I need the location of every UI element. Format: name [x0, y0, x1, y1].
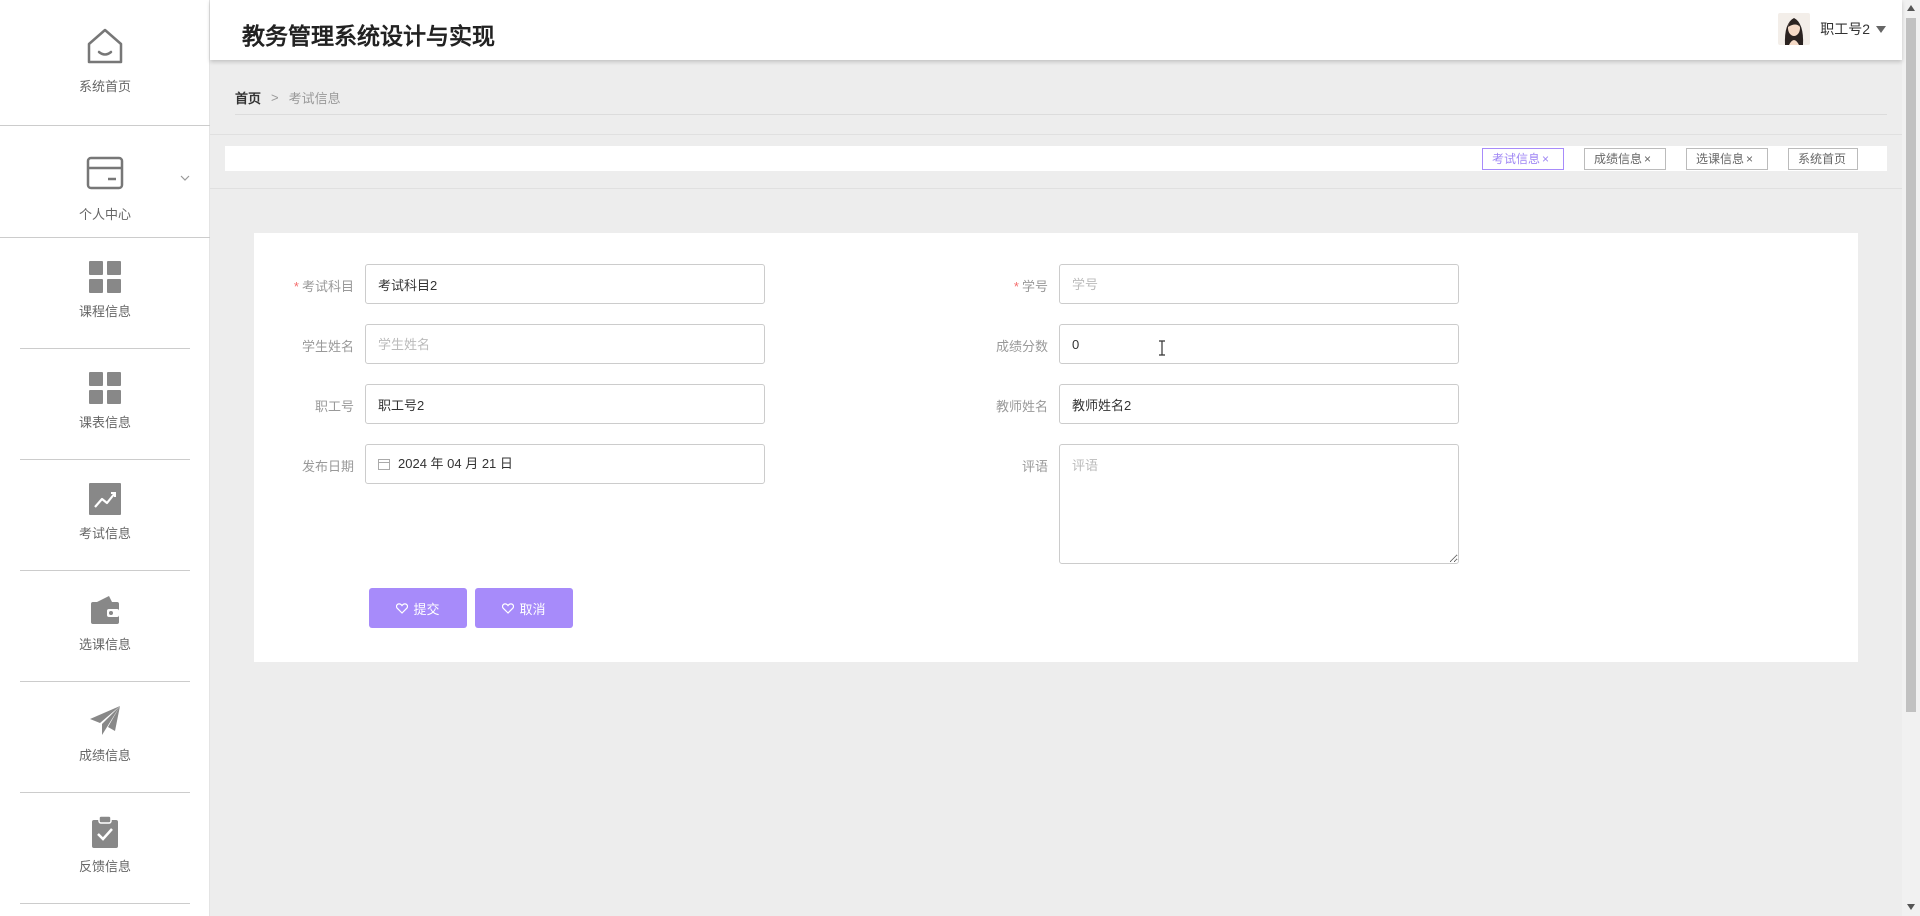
user-name: 职工号2 [1820, 21, 1870, 37]
tag-grade-info[interactable]: 成绩信息 × [1584, 148, 1666, 170]
sidebar-item-exam[interactable]: 考试信息 [20, 460, 190, 571]
teacher-name-input[interactable] [1059, 384, 1459, 424]
top-header: 教务管理系统设计与实现 职工号2 [210, 0, 1902, 60]
tag-selection-info[interactable]: 选课信息 × [1686, 148, 1768, 170]
grid-icon [89, 261, 121, 293]
student-name-input[interactable] [365, 324, 765, 364]
student-no-input[interactable] [1059, 264, 1459, 304]
tag-label: 成绩信息 [1594, 152, 1643, 166]
user-menu[interactable]: 职工号2 [1778, 13, 1886, 45]
staff-no-label: 职工号 [314, 399, 354, 414]
breadcrumb-home[interactable]: 首页 [235, 88, 261, 107]
breadcrumb: 首页 > 考试信息 [235, 88, 341, 107]
scrollbar-thumb[interactable] [1906, 18, 1916, 712]
student-name-label: 学生姓名 [301, 339, 354, 354]
tag-label: 选课信息 [1696, 152, 1745, 166]
text-cursor-icon [1159, 340, 1165, 356]
avatar [1778, 13, 1811, 45]
close-icon[interactable]: × [1746, 149, 1753, 169]
tag-label: 系统首页 [1798, 152, 1847, 166]
sidebar-menu: 课程信息 课表信息 考试信息 选课信息 成绩信息 反馈信息 [20, 238, 190, 904]
teacher-name-label: 教师姓名 [995, 399, 1048, 414]
close-icon[interactable]: × [1644, 149, 1651, 169]
grid-icon [89, 372, 121, 404]
divider [210, 188, 1902, 189]
breadcrumb-separator: > [271, 90, 279, 105]
sidebar: 系统首页 个人中心 课程信息 课表信息 考试信息 选课信息 成绩信息 反馈信息 [0, 0, 210, 916]
exam-form-card: *考试科目 *学号 学生姓名 成绩分数 职工号 教师姓名 发布日期 2024 年… [254, 233, 1858, 662]
heart-icon [396, 602, 409, 614]
cancel-button[interactable]: 取消 [475, 588, 573, 628]
publish-date-label: 发布日期 [301, 459, 354, 474]
chart-icon [89, 483, 121, 515]
sidebar-item-schedule[interactable]: 课表信息 [20, 349, 190, 460]
app-title: 教务管理系统设计与实现 [242, 23, 495, 49]
sidebar-item-home[interactable]: 系统首页 [0, 0, 210, 126]
scroll-down-icon[interactable] [1907, 904, 1915, 910]
publish-date-value: 2024 年 04 月 21 日 [398, 456, 513, 471]
publish-date-picker[interactable]: 2024 年 04 月 21 日 [365, 444, 765, 484]
sidebar-item-label: 考试信息 [78, 526, 131, 541]
sidebar-item-label: 选课信息 [78, 637, 131, 652]
subject-label: * 考试科目 [293, 279, 354, 294]
cancel-label: 取消 [519, 601, 546, 617]
clipboard-check-icon [92, 816, 118, 848]
card-icon [86, 156, 124, 190]
sidebar-item-label: 课表信息 [78, 415, 131, 430]
breadcrumb-current: 考试信息 [288, 91, 341, 106]
calendar-icon [378, 459, 390, 470]
tags-view-bar: 考试信息 × 成绩信息 × 选课信息 × 系统首页 [225, 146, 1887, 171]
comment-label: 评语 [1021, 459, 1048, 474]
scroll-up-icon[interactable] [1907, 5, 1915, 11]
sidebar-item-feedback[interactable]: 反馈信息 [20, 793, 190, 904]
staff-no-input[interactable] [365, 384, 765, 424]
home-icon [87, 28, 123, 64]
score-input[interactable] [1059, 324, 1459, 364]
divider [235, 114, 1887, 115]
chevron-down-icon[interactable] [180, 175, 190, 181]
wallet-icon [91, 596, 119, 624]
sidebar-item-label: 反馈信息 [78, 859, 131, 874]
subject-input[interactable] [365, 264, 765, 304]
comment-textarea[interactable] [1059, 444, 1459, 564]
submit-label: 提交 [413, 601, 440, 617]
caret-down-icon [1876, 25, 1886, 33]
submit-button[interactable]: 提交 [369, 588, 467, 628]
close-icon[interactable]: × [1542, 149, 1549, 169]
page-scrollbar[interactable] [1902, 0, 1920, 916]
sidebar-item-grades[interactable]: 成绩信息 [20, 682, 190, 793]
score-label: 成绩分数 [995, 339, 1048, 354]
sidebar-item-label: 成绩信息 [78, 748, 131, 763]
divider [210, 134, 1902, 135]
sidebar-item-label: 系统首页 [78, 79, 131, 94]
send-icon [90, 706, 120, 735]
heart-icon [502, 602, 515, 614]
tag-label: 考试信息 [1492, 152, 1541, 166]
sidebar-item-label: 个人中心 [78, 207, 131, 222]
sidebar-item-selection[interactable]: 选课信息 [20, 571, 190, 682]
sidebar-item-course[interactable]: 课程信息 [20, 238, 190, 349]
sidebar-item-personal[interactable]: 个人中心 [0, 127, 210, 238]
student-no-label: * 学号 [1013, 279, 1048, 294]
tag-exam-info[interactable]: 考试信息 × [1482, 148, 1564, 170]
tag-home[interactable]: 系统首页 [1788, 148, 1858, 170]
sidebar-item-label: 课程信息 [78, 304, 131, 319]
